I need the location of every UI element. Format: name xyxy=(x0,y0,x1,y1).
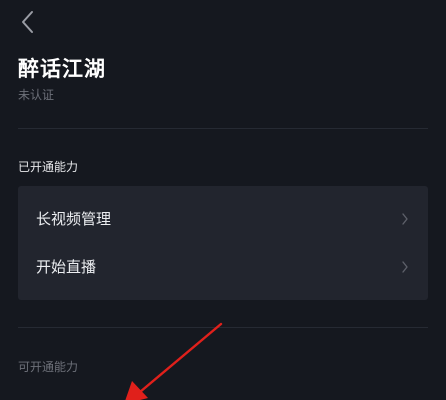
menu-item-start-live[interactable]: 开始直播 xyxy=(18,243,428,291)
verification-status: 未认证 xyxy=(18,88,55,102)
divider xyxy=(18,128,428,129)
back-button[interactable] xyxy=(16,8,42,36)
section-title-available: 可开通能力 xyxy=(18,360,79,374)
divider xyxy=(18,327,428,328)
enabled-abilities-card: 长视频管理 开始直播 xyxy=(18,186,428,300)
chevron-right-icon xyxy=(400,211,410,227)
account-name: 醉话江湖 xyxy=(18,57,106,81)
menu-item-long-video-management[interactable]: 长视频管理 xyxy=(18,195,428,243)
menu-item-label: 长视频管理 xyxy=(36,210,112,228)
chevron-left-icon xyxy=(16,8,42,36)
section-title-enabled: 已开通能力 xyxy=(18,160,79,174)
chevron-right-icon xyxy=(400,259,410,275)
menu-item-label: 开始直播 xyxy=(36,258,97,276)
